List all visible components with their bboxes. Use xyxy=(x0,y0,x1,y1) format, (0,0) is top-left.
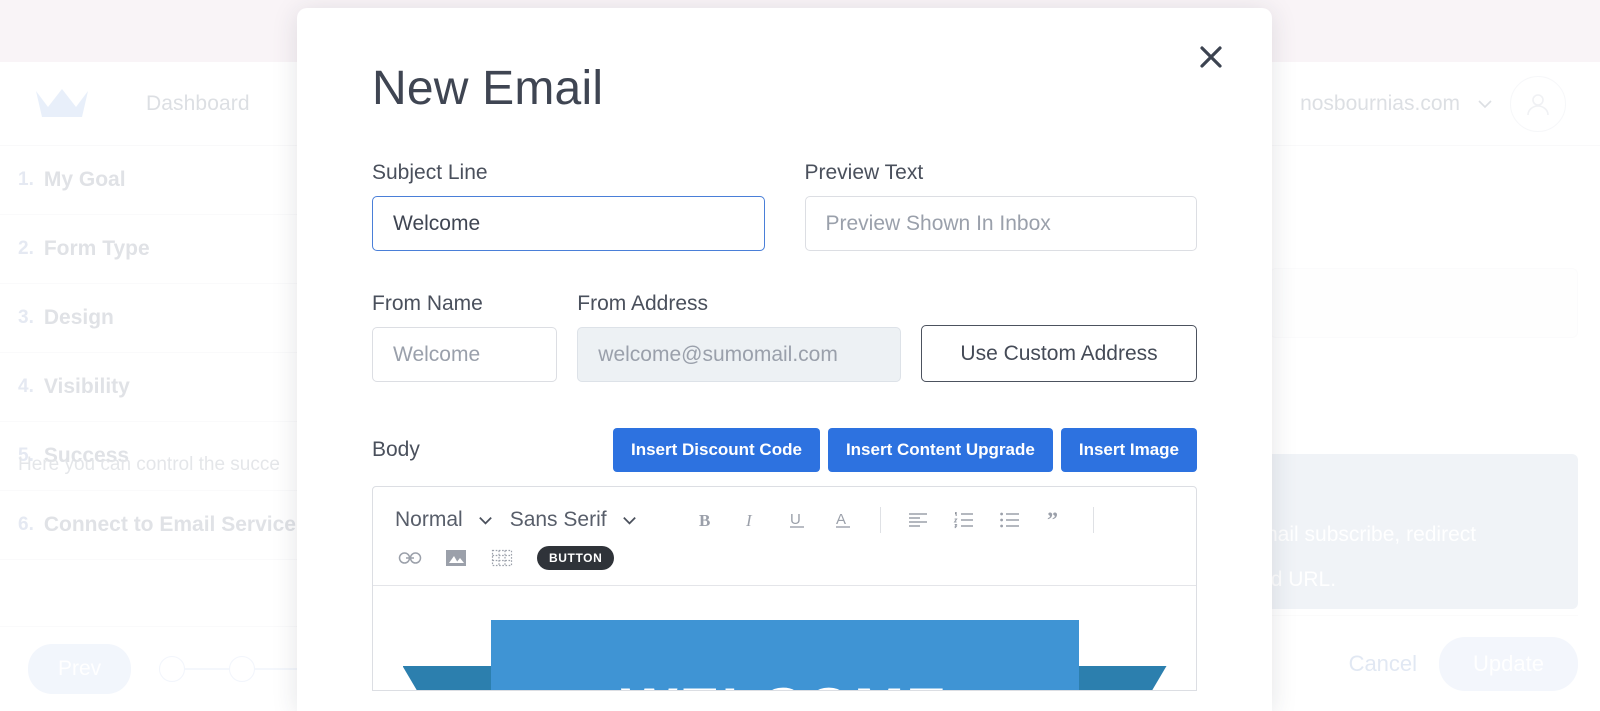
stepper-bar xyxy=(185,668,230,670)
align-left-icon[interactable] xyxy=(895,504,941,536)
subject-line-label: Subject Line xyxy=(372,161,488,184)
cancel-button[interactable]: Cancel xyxy=(1349,651,1417,677)
avatar[interactable] xyxy=(1510,75,1566,132)
subject-line-input[interactable] xyxy=(372,196,765,251)
update-button[interactable]: Update xyxy=(1439,636,1578,691)
body-section: Body Insert Discount Code Insert Content… xyxy=(372,428,1197,691)
step-label: Connect to Email Service xyxy=(43,513,296,536)
blockquote-icon[interactable]: ” xyxy=(1033,504,1079,536)
right-settings-panel: URL sful email subscribe, redirect pecif… xyxy=(1210,146,1600,711)
svg-text:”: ” xyxy=(1047,510,1058,530)
crown-icon[interactable] xyxy=(34,87,90,121)
from-name-label: From Name xyxy=(372,292,483,315)
subject-field-group: Subject Line xyxy=(372,161,765,251)
custom-address-group: Use Custom Address xyxy=(921,325,1198,382)
step-label: My Goal xyxy=(43,168,126,191)
account-email-label: nosbournias.com xyxy=(1300,91,1460,115)
insert-button-block-button[interactable]: BUTTON xyxy=(537,546,615,570)
chevron-down-icon[interactable] xyxy=(1476,95,1494,113)
font-family-value: Sans Serif xyxy=(509,508,607,531)
toolbar-divider xyxy=(879,507,881,533)
bold-icon[interactable]: B xyxy=(682,504,728,536)
insert-image-button[interactable]: Insert Image xyxy=(1060,428,1197,472)
new-email-modal: New Email Subject Line Preview Text From… xyxy=(297,8,1272,711)
editor-toolbar: Normal Sans Serif B I U A ” BUTTON xyxy=(373,487,1196,586)
stepper-bar xyxy=(255,668,300,670)
insert-discount-code-button[interactable]: Insert Discount Code xyxy=(612,428,820,472)
preview-text-label: Preview Text xyxy=(804,161,924,184)
step-number: 4. xyxy=(18,376,34,397)
editor-content-area[interactable]: WELCOME xyxy=(373,586,1196,690)
toolbar-divider xyxy=(1092,507,1094,533)
font-family-select[interactable]: Sans Serif xyxy=(502,508,646,532)
body-header: Body Insert Discount Code Insert Content… xyxy=(372,428,1197,472)
close-icon[interactable] xyxy=(1194,40,1228,74)
stepper-dot[interactable] xyxy=(229,656,256,682)
step-label: Design xyxy=(43,306,114,329)
svg-text:U: U xyxy=(790,511,801,528)
from-address-group: From Address xyxy=(577,292,902,382)
svg-text:I: I xyxy=(745,511,753,530)
block-format-select[interactable]: Normal xyxy=(387,508,502,532)
text-color-icon[interactable]: A xyxy=(820,504,866,536)
svg-text:B: B xyxy=(699,511,710,530)
table-icon[interactable] xyxy=(479,542,525,574)
user-avatar-icon xyxy=(1527,93,1549,115)
page-title: New Email xyxy=(372,62,604,115)
header-right-group: nosbournias.com xyxy=(1300,75,1566,132)
rich-text-editor: Normal Sans Serif B I U A ” BUTTON xyxy=(372,486,1197,691)
bullet-list-icon[interactable] xyxy=(987,504,1033,536)
svg-text:A: A xyxy=(836,511,846,528)
step-help-text: Here you can control the succe xyxy=(18,454,280,475)
editor-toolbar-row-2: BUTTON xyxy=(387,540,1182,576)
from-name-group: From Name xyxy=(372,292,558,382)
stepper-dot[interactable] xyxy=(159,656,186,682)
step-label: Form Type xyxy=(43,237,150,260)
body-label: Body xyxy=(372,438,420,461)
step-number: 3. xyxy=(18,307,34,328)
chevron-down-icon xyxy=(478,516,492,525)
block-format-value: Normal xyxy=(395,508,463,531)
insert-content-upgrade-button[interactable]: Insert Content Upgrade xyxy=(827,428,1053,472)
insert-button-group: Insert Discount Code Insert Content Upgr… xyxy=(612,428,1197,472)
link-icon[interactable] xyxy=(387,542,433,574)
welcome-banner-text: WELCOME xyxy=(621,680,948,690)
from-address-input xyxy=(577,327,902,382)
prev-button[interactable]: Prev xyxy=(28,644,132,694)
from-address-label: From Address xyxy=(577,292,709,315)
welcome-banner-image: WELCOME xyxy=(402,620,1167,690)
from-name-input[interactable] xyxy=(372,327,558,382)
use-custom-address-button[interactable]: Use Custom Address xyxy=(921,325,1198,382)
step-number: 6. xyxy=(18,514,34,535)
underline-icon[interactable]: U xyxy=(774,504,820,536)
chevron-down-icon xyxy=(622,516,636,525)
nav-item-dashboard[interactable]: Dashboard xyxy=(146,92,250,116)
step-number: 2. xyxy=(18,238,34,259)
ribbon-body: WELCOME xyxy=(490,620,1079,690)
from-row: From Name From Address Use Custom Addres… xyxy=(372,292,1198,382)
image-icon[interactable] xyxy=(433,542,479,574)
step-label: Visibility xyxy=(43,375,130,398)
editor-toolbar-row-1: Normal Sans Serif B I U A ” xyxy=(387,500,1182,540)
step-number: 1. xyxy=(18,169,34,190)
ordered-list-icon[interactable] xyxy=(941,504,987,536)
close-x-glyph xyxy=(1200,46,1222,68)
preview-text-input[interactable] xyxy=(804,196,1197,251)
subject-preview-row: Subject Line Preview Text xyxy=(372,161,1197,251)
settings-card xyxy=(1270,268,1578,338)
preview-text-field-group: Preview Text xyxy=(804,161,1197,251)
italic-icon[interactable]: I xyxy=(728,504,774,536)
